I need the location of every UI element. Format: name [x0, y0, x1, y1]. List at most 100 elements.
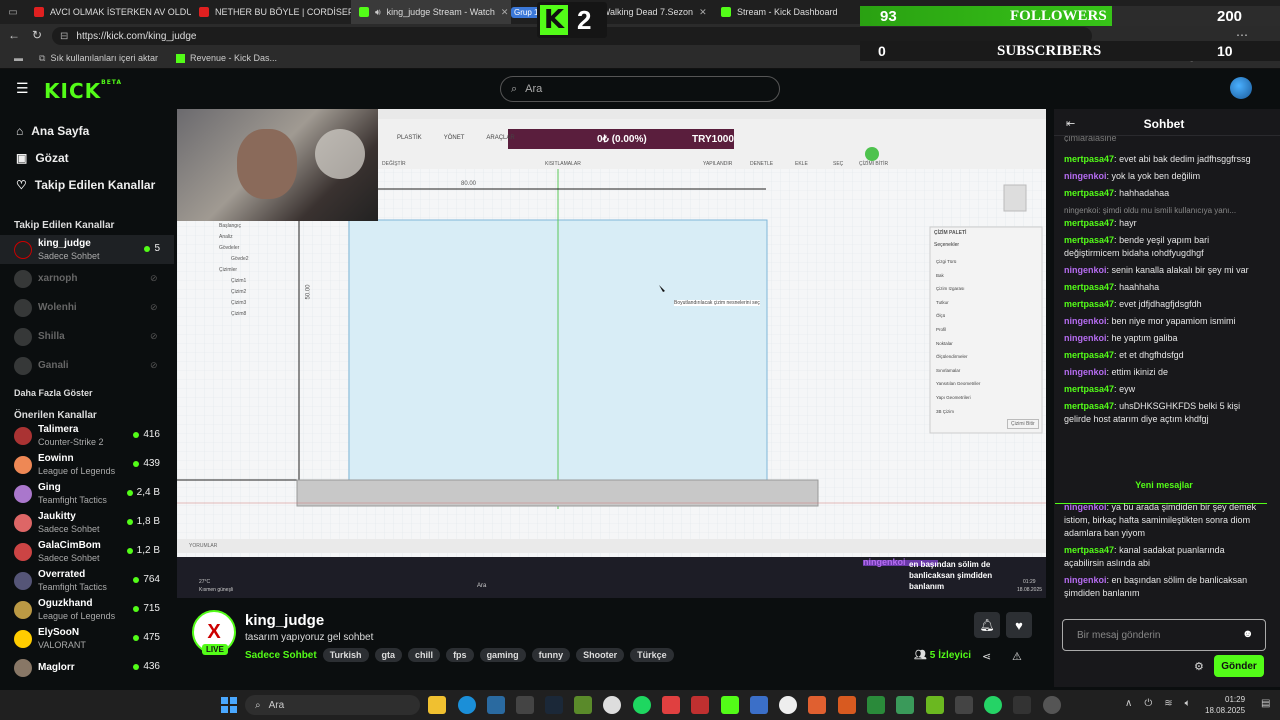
spotify-icon[interactable] [633, 696, 651, 714]
edge-icon[interactable] [458, 696, 476, 714]
app-icon[interactable] [662, 696, 680, 714]
clock[interactable]: 01:29 18.08.2025 [1205, 694, 1245, 716]
back-icon[interactable]: ← [8, 28, 20, 42]
chat-username[interactable]: ningenkoi [1064, 367, 1107, 377]
chat-username[interactable]: ningenkoi [1064, 171, 1107, 181]
steam-icon[interactable] [545, 696, 563, 714]
tag[interactable]: Shooter [576, 648, 625, 662]
close-icon[interactable]: ✕ [699, 7, 707, 18]
chrome-icon[interactable] [779, 696, 797, 714]
tag[interactable]: funny [531, 648, 571, 662]
chat-username[interactable]: mertpasa47 [1064, 545, 1114, 555]
chat-username[interactable]: ningenkoi [1064, 265, 1107, 275]
followed-channel-king-judge[interactable]: king_judge Sadece Sohbet 5 [0, 235, 174, 264]
app-icon[interactable] [691, 696, 709, 714]
chat-input[interactable]: Bir mesaj gönderin [1062, 619, 1266, 651]
send-button[interactable]: Gönder [1214, 655, 1264, 677]
chat-username[interactable]: mertpasa47 [1064, 350, 1114, 360]
tab-1[interactable]: AVCI OLMAK İSTERKEN AV OLDU✕ [26, 0, 191, 24]
bookmark-import[interactable]: Sık kullanılanları içeri aktar [50, 53, 158, 63]
windows-start-icon[interactable] [221, 697, 237, 713]
recommended-channel[interactable]: Jaukitty Sadece Sohbet 1,8 B [0, 508, 174, 537]
tag[interactable]: gta [374, 648, 403, 662]
menu-icon[interactable]: ▬ [14, 53, 23, 63]
epic-games-icon[interactable] [516, 696, 534, 714]
app-icon[interactable] [838, 696, 856, 714]
tag[interactable]: chill [408, 648, 441, 662]
chat-username[interactable]: mertpasa47 [1064, 299, 1114, 309]
tab-6[interactable]: Stream - Kick Dashboard [713, 0, 863, 24]
nav-home[interactable]: ⌂ Ana Sayfa [0, 117, 174, 144]
more-icon[interactable]: ⋯ [1236, 28, 1248, 42]
avatar[interactable] [1230, 77, 1252, 99]
tag[interactable]: gaming [479, 648, 526, 662]
taskbar-search[interactable]: ⌕ Ara [245, 695, 420, 715]
tab-group[interactable]: Grup 1 [511, 0, 537, 24]
followed-channel[interactable]: Wolenhi ⊘ [0, 293, 174, 322]
recommended-channel[interactable]: ElySooN VALORANT 475 [0, 624, 174, 653]
app-icon[interactable] [603, 696, 621, 714]
kick-icon[interactable] [721, 696, 739, 714]
bell-icon[interactable]: 🔔︎ [974, 612, 1000, 638]
recommended-channel[interactable]: GalaCimBom Sadece Sohbet 1,2 B [0, 537, 174, 566]
app-icon[interactable] [1013, 696, 1031, 714]
nav-following[interactable]: ♡ Takip Edilen Kanallar [0, 171, 174, 198]
chat-username[interactable]: mertpasa47 [1064, 401, 1114, 411]
followed-channel[interactable]: Shilla ⊘ [0, 322, 174, 351]
app-icon[interactable] [867, 696, 885, 714]
site-info-icon[interactable]: ⊟ [60, 31, 68, 42]
chat-username[interactable]: mertpasa47 [1064, 384, 1114, 394]
recommended-channel[interactable]: Oguzkhand League of Legends 715 [0, 595, 174, 624]
gear-icon[interactable]: ⚙ [1194, 660, 1204, 673]
system-tray[interactable]: ∧ ⏻ ≋ 🔈︎ [1125, 698, 1191, 709]
chevron-up-icon[interactable]: ∧ [1125, 698, 1132, 709]
recommended-channel[interactable]: Talimera Counter-Strike 2 416 [0, 421, 174, 450]
category-link[interactable]: Sadece Sohbet [245, 650, 317, 661]
report-icon[interactable]: ⚠ [1012, 650, 1022, 663]
app-icon[interactable] [487, 696, 505, 714]
chat-username[interactable]: mertpasa47 [1064, 282, 1114, 292]
followed-channel[interactable]: xarnoph ⊘ [0, 264, 174, 293]
chat-username[interactable]: mertpasa47 [1064, 154, 1114, 164]
recommended-channel[interactable]: Eowinn League of Legends 439 [0, 450, 174, 479]
app-icon[interactable] [926, 696, 944, 714]
share-icon[interactable]: ⋖ [982, 650, 991, 663]
minecraft-icon[interactable] [574, 696, 592, 714]
app-icon[interactable] [955, 696, 973, 714]
whatsapp-icon[interactable] [984, 696, 1002, 714]
recommended-channel[interactable]: Ging Teamfight Tactics 2,4 B [0, 479, 174, 508]
kick-logo[interactable]: KICKBETA [44, 79, 122, 103]
tag[interactable]: Turkish [322, 648, 369, 662]
other-bookmarks[interactable]: Diğer sık kullanılanlar [1182, 53, 1258, 62]
chat-username[interactable]: ningenkoi [1064, 316, 1107, 326]
hamburger-icon[interactable]: ☰ [16, 81, 30, 95]
chat-username[interactable]: ningenkoi [1064, 575, 1107, 585]
tab-2[interactable]: NETHER BU BÖYLE | CORDİSEPS S✕ [191, 0, 351, 24]
recommended-channel[interactable]: Maglorr 436 [0, 653, 174, 682]
tag[interactable]: fps [446, 648, 474, 662]
refresh-icon[interactable]: ↻ [32, 28, 42, 42]
chat-username[interactable]: mertpasa47 [1064, 188, 1114, 198]
app-icon[interactable] [808, 696, 826, 714]
chat-username[interactable]: mertpasa47 [1064, 235, 1114, 245]
chat-username[interactable]: ningenkoi [1064, 333, 1107, 343]
recommended-channel[interactable]: Overrated Teamfight Tactics 764 [0, 566, 174, 595]
search-input[interactable]: ⌕ Ara [500, 76, 780, 102]
chat-username[interactable]: ningenkoi [1064, 502, 1107, 512]
followed-channel[interactable]: Ganali ⊘ [0, 351, 174, 380]
notification-icon[interactable]: ▤ [1261, 698, 1270, 709]
emoji-icon[interactable]: ☻ [1242, 628, 1254, 640]
channel-name[interactable]: king_judge [245, 612, 324, 629]
bookmark-revenue[interactable]: Revenue - Kick Das... [190, 53, 277, 63]
obs-icon[interactable] [1043, 696, 1061, 714]
app-icon[interactable] [750, 696, 768, 714]
close-icon[interactable]: ✕ [501, 7, 509, 18]
follow-heart-icon[interactable]: ♥ [1006, 612, 1032, 638]
tag[interactable]: Türkçe [630, 648, 674, 662]
tab-actions-icon[interactable]: ▭ [0, 0, 26, 24]
show-more-link[interactable]: Daha Fazla Göster [0, 388, 174, 398]
tab-3[interactable]: 🔊︎ king_judge Stream - Watch ✕ [351, 0, 511, 24]
maps-icon[interactable] [896, 696, 914, 714]
chat-username[interactable]: mertpasa47 [1064, 218, 1114, 228]
video-player[interactable]: PLASTİK YÖNET ARAÇLAR 0₺ (0.00%) TRY1000… [177, 109, 1046, 598]
